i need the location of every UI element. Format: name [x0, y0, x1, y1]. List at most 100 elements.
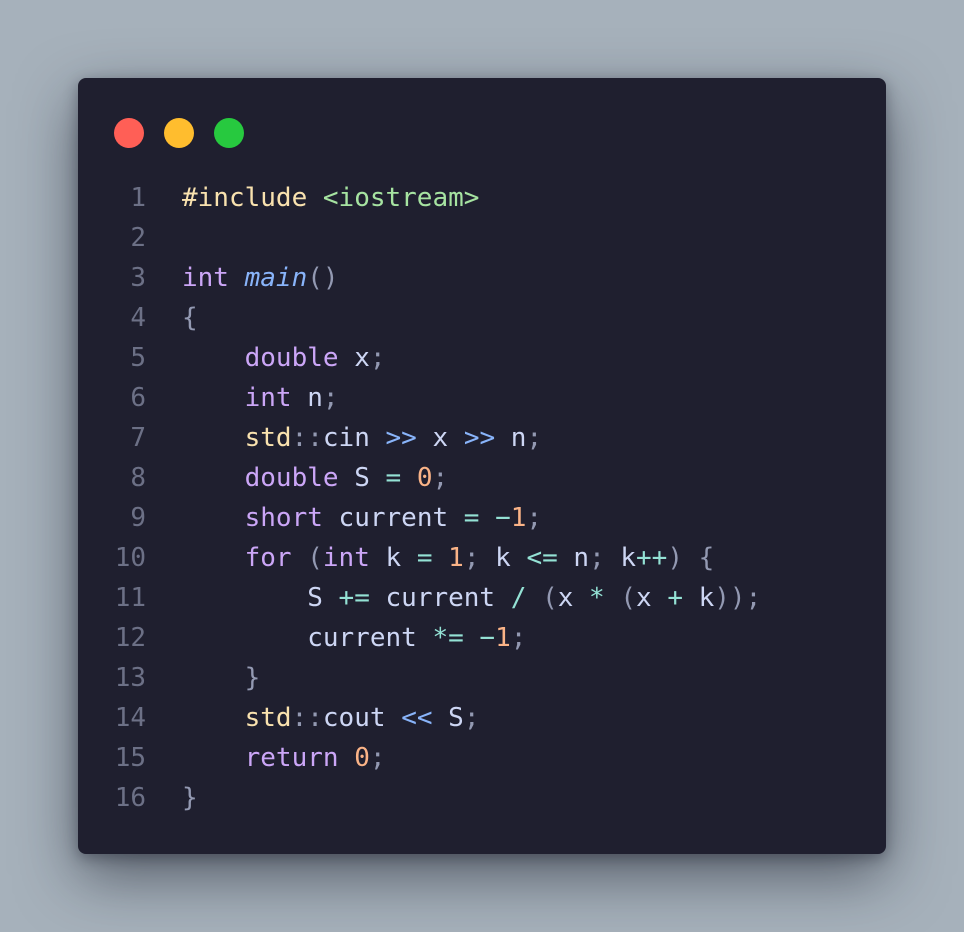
- code-token: ;: [463, 543, 480, 573]
- code-token: >>: [463, 423, 496, 453]
- code-text: int main(): [182, 258, 339, 298]
- code-window: 1 #include <iostream> 2 3 int main() 4{5 doub…: [78, 78, 886, 854]
- code-token: x: [338, 343, 370, 373]
- code-token: double: [244, 343, 339, 373]
- code-token: ;: [510, 623, 527, 653]
- code-token: k: [682, 583, 715, 613]
- line-number: 11: [114, 583, 146, 613]
- code-token: S: [432, 703, 464, 733]
- code-token: −: [479, 623, 496, 653]
- line-number: 6: [130, 383, 146, 413]
- line-number: 2: [130, 223, 146, 253]
- code-token: current: [322, 503, 464, 533]
- code-line: 11 S += current / (x * (x + k));: [108, 578, 868, 618]
- code-token: *=: [432, 623, 464, 653]
- code-token: 1: [495, 623, 511, 653]
- code-text: int n;: [182, 378, 339, 418]
- code-token: ;: [369, 343, 386, 373]
- code-token: ++: [636, 543, 668, 573]
- code-token: #include: [182, 183, 308, 213]
- code-token: −: [495, 503, 511, 533]
- line-number: 5: [130, 343, 146, 373]
- code-token: ::: [291, 423, 323, 453]
- code-token: for: [244, 543, 292, 573]
- code-token: x: [557, 583, 590, 613]
- code-token: 1: [448, 543, 464, 573]
- code-token: (: [620, 583, 636, 613]
- code-line: 3 int main(): [108, 258, 868, 298]
- close-dot-icon[interactable]: [114, 118, 144, 148]
- code-token: =: [416, 543, 433, 573]
- code-token: ;: [322, 383, 339, 413]
- code-token: int: [244, 383, 292, 413]
- code-token: k: [604, 543, 637, 573]
- line-number: 13: [114, 663, 146, 693]
- code-token: }: [182, 783, 198, 813]
- code-token: <iostream>: [322, 183, 480, 213]
- code-line: 10 for (int k = 1; k <= n; k++) {: [108, 538, 868, 578]
- line-number: 8: [130, 463, 146, 493]
- code-token: <=: [526, 543, 558, 573]
- code-token: 1: [510, 503, 527, 533]
- code-token: short: [244, 503, 323, 533]
- code-token: ): [667, 543, 683, 573]
- code-token: =: [385, 463, 402, 493]
- code-token: current: [182, 623, 433, 653]
- code-token: (: [542, 583, 558, 613]
- code-text: #include <iostream>: [182, 178, 479, 218]
- code-text: S += current / (x * (x + k));: [182, 578, 761, 618]
- code-token: return: [244, 743, 339, 773]
- code-token: <<: [401, 703, 433, 733]
- code-token: k: [369, 543, 417, 573]
- code-token: n: [557, 543, 590, 573]
- code-token: (: [307, 543, 323, 573]
- code-token: S: [182, 583, 339, 613]
- code-token: int: [182, 263, 229, 293]
- code-token: ));: [714, 583, 762, 613]
- code-line: 2: [108, 218, 868, 258]
- code-line: 6 int n;: [108, 378, 868, 418]
- line-number: 15: [114, 743, 146, 773]
- code-line: 14 std::cout << S;: [108, 698, 868, 738]
- code-text: double x;: [182, 338, 386, 378]
- code-token: }: [244, 663, 261, 693]
- code-token: *: [589, 583, 605, 613]
- code-token: current: [369, 583, 511, 613]
- code-token: +: [667, 583, 683, 613]
- code-token: (): [307, 263, 339, 293]
- code-token: >>: [385, 423, 417, 453]
- code-block: 1 #include <iostream> 2 3 int main() 4{5 doub…: [108, 178, 868, 818]
- maximize-dot-icon[interactable]: [214, 118, 244, 148]
- code-token: 0: [416, 463, 433, 493]
- minimize-dot-icon[interactable]: [164, 118, 194, 148]
- line-number: 12: [114, 623, 146, 653]
- code-text: std::cin >> x >> n;: [182, 418, 542, 458]
- line-number: 16: [114, 783, 146, 813]
- code-token: /: [510, 583, 527, 613]
- code-token: k: [479, 543, 527, 573]
- code-token: ;: [432, 463, 449, 493]
- code-token: ::: [291, 703, 323, 733]
- code-token: S: [338, 463, 386, 493]
- code-token: int: [322, 543, 370, 573]
- code-token: cin: [322, 423, 386, 453]
- code-token: {: [698, 543, 715, 573]
- code-text: short current = −1;: [182, 498, 542, 538]
- code-line: 5 double x;: [108, 338, 868, 378]
- line-number: 14: [114, 703, 146, 733]
- code-token: {: [182, 303, 198, 333]
- code-text: current *= −1;: [182, 618, 526, 658]
